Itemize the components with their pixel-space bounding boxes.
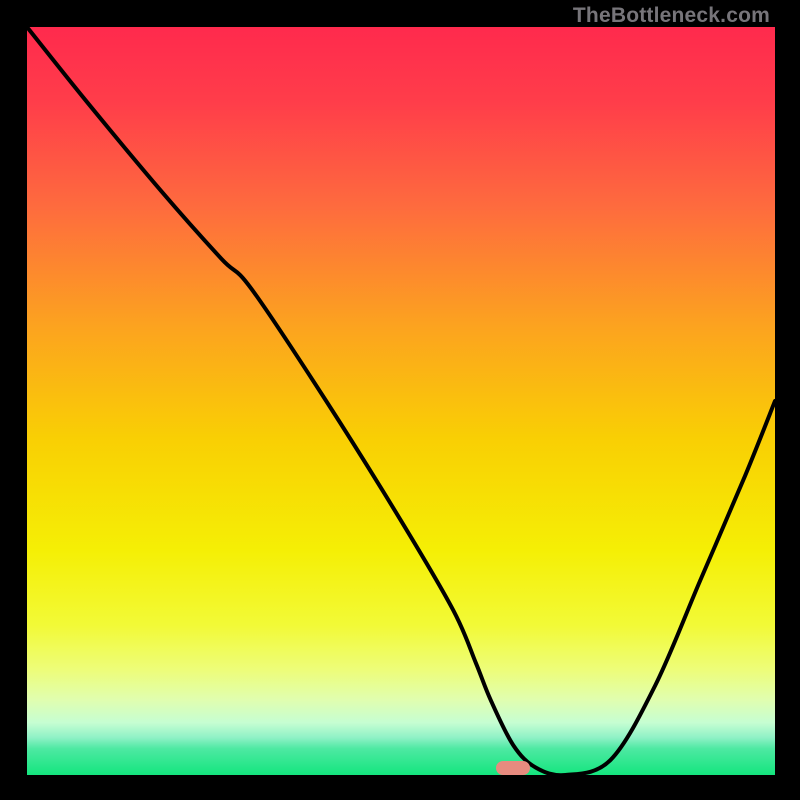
outer-frame: TheBottleneck.com (0, 0, 800, 800)
plot-area (27, 27, 775, 775)
watermark-text: TheBottleneck.com (573, 4, 770, 28)
bottleneck-curve (27, 27, 775, 775)
optimum-marker (496, 761, 530, 775)
